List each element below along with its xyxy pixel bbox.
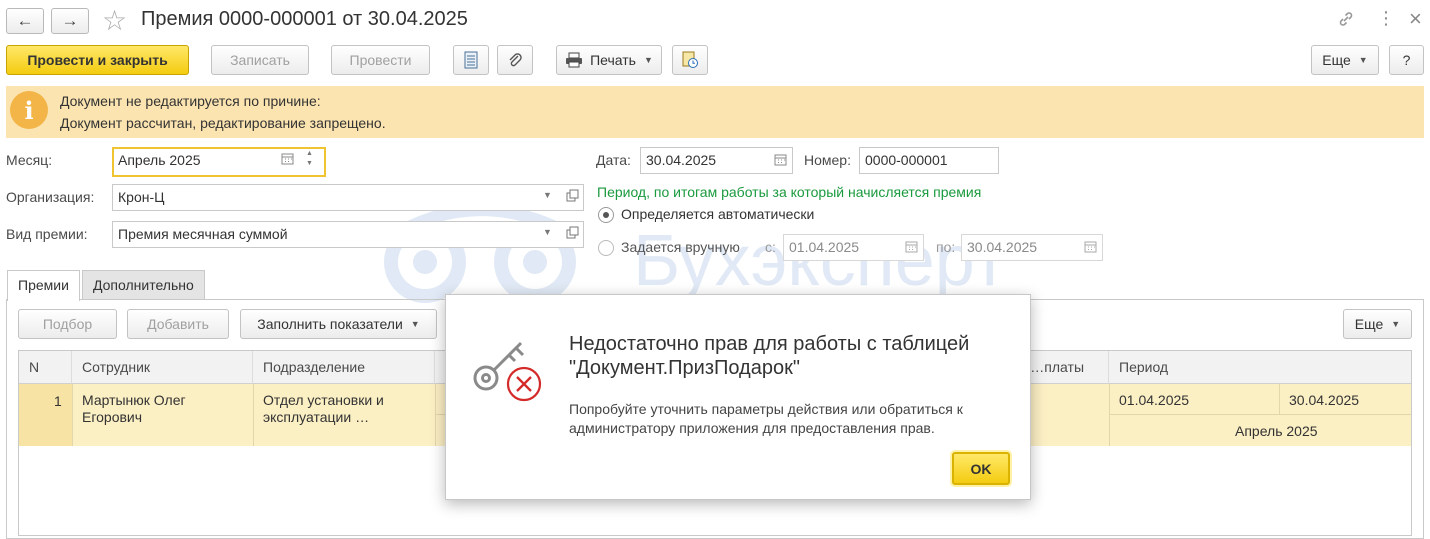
radio-manual-label: Задается вручную [621,239,740,255]
chevron-down-icon: ▼ [643,55,653,65]
link-icon[interactable] [1337,10,1355,33]
calendar-icon[interactable] [774,153,787,169]
dialog-title: Недостаточно прав для работы с таблицей … [569,333,970,379]
info-icon: i [10,91,48,129]
column-header-n[interactable]: N [19,351,72,384]
document-list-button[interactable] [453,45,489,75]
number-label: Номер: [804,152,851,168]
post-button[interactable]: Провести [331,45,430,75]
row-number-cell-bg [19,384,72,446]
bonus-type-field[interactable]: Премия месячная суммой [112,221,584,248]
more-button[interactable]: Еще ▼ [1311,45,1379,75]
period-to-field[interactable]: 30.04.2025 [961,234,1103,261]
page-title: Премия 0000-000001 от 30.04.2025 [141,8,468,30]
date-label: Дата: [596,152,631,168]
period-month-cell: Апрель 2025 [1235,423,1318,439]
radio-manual[interactable] [598,240,614,256]
chevron-down-icon[interactable]: ▼ [543,227,552,237]
pick-button[interactable]: Подбор [18,309,117,339]
access-denied-dialog: Недостаточно прав для работы с таблицей … [445,294,1031,500]
period-section-title: Период, по итогам работы за который начи… [597,184,982,200]
banner-reason-title: Документ не редактируется по причине: [60,93,321,109]
bonus-type-label: Вид премии: [6,226,88,242]
table-more-button[interactable]: Еще ▼ [1343,309,1412,339]
chevron-down-icon: ▼ [410,319,420,329]
row-divider [1109,414,1411,415]
to-label: по: [936,239,956,255]
period-from-cell: 01.04.2025 [1119,392,1190,408]
key-error-icon [473,341,542,402]
employee-name-line1: Мартынюк Олег [82,392,186,408]
column-divider [435,384,436,446]
tab-additional[interactable]: Дополнительно [82,270,205,300]
number-field[interactable]: 0000-000001 [859,147,999,174]
employee-name-line2: Егорович [82,409,143,425]
month-stepper-icon[interactable]: ▲ ▼ [306,149,313,169]
chevron-down-icon: ▼ [1391,319,1401,329]
print-button[interactable]: Печать ▼ [556,45,662,75]
organization-label: Организация: [6,189,95,205]
forward-button[interactable]: → [51,8,89,34]
arrow-left-icon: ← [16,11,34,30]
department-line2: эксплуатации … [263,409,370,425]
document-list-icon [464,51,478,69]
department-line1: Отдел установки и [263,392,384,408]
column-header-employee[interactable]: Сотрудник [72,351,253,384]
column-divider [72,384,73,446]
more-menu-icon[interactable]: ⋮ [1377,8,1395,29]
calendar-icon[interactable] [905,240,918,256]
month-label: Месяц: [6,152,53,168]
open-form-icon[interactable] [566,189,579,205]
row-number: 1 [54,393,62,409]
back-button[interactable]: ← [6,8,44,34]
post-and-close-button[interactable]: Провести и закрыть [6,45,189,75]
calendar-icon[interactable] [1084,240,1097,256]
chevron-down-icon[interactable]: ▼ [543,190,552,200]
column-header-period[interactable]: Период [1109,351,1411,384]
close-icon[interactable]: × [1409,6,1422,32]
save-button[interactable]: Записать [211,45,309,75]
tab-bonuses[interactable]: Премии [7,270,80,301]
help-button[interactable]: ? [1389,45,1424,75]
open-form-icon[interactable] [566,226,579,242]
radio-auto-label: Определяется автоматически [621,206,815,222]
organization-field[interactable]: Крон-Ц [112,184,584,211]
calendar-icon[interactable] [281,152,294,168]
info-banner: i Документ не редактируется по причине: … [6,86,1424,138]
column-divider [1109,384,1110,446]
chevron-down-icon: ▼ [1358,55,1368,65]
printer-icon [566,52,583,68]
document-clock-icon [682,51,698,68]
attachments-button[interactable] [497,45,533,75]
period-from-field[interactable]: 01.04.2025 [783,234,924,261]
column-divider [253,384,254,446]
paperclip-icon [509,53,522,67]
column-header-department[interactable]: Подразделение [253,351,435,384]
dialog-message: Попробуйте уточнить параметры действия и… [569,401,963,436]
arrow-right-icon: → [61,11,79,30]
report-structure-button[interactable] [672,45,708,75]
column-divider [1279,384,1280,414]
fill-indicators-button[interactable]: Заполнить показатели ▼ [240,309,437,339]
ok-button[interactable]: OK [952,452,1010,485]
date-field[interactable]: 30.04.2025 [640,147,793,174]
banner-reason-text: Документ рассчитан, редактирование запре… [60,115,386,131]
from-label: с: [765,239,776,255]
favorite-star-icon[interactable]: ☆ [102,4,127,37]
watermark-text: Бухэксперт [633,221,1007,301]
radio-auto[interactable] [598,207,614,223]
add-button[interactable]: Добавить [127,309,229,339]
period-to-cell: 30.04.2025 [1289,392,1360,408]
